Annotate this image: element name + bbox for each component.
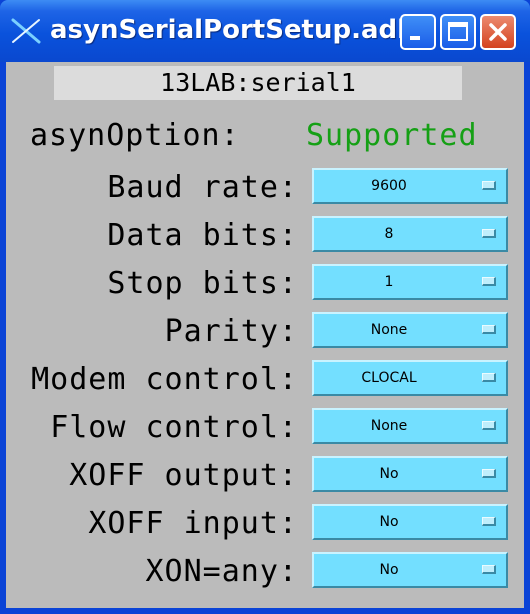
baud-rate-label: Baud rate: xyxy=(107,170,298,205)
xoff-output-value: No xyxy=(379,466,399,482)
stop-bits-value: 1 xyxy=(384,274,394,290)
window-title: asynSerialPortSetup.adl xyxy=(50,15,407,45)
maximize-button[interactable] xyxy=(440,14,476,50)
app-window: asynSerialPortSetup.adl 13LAB:serial1 as… xyxy=(0,0,530,614)
parity-value: None xyxy=(370,322,408,338)
stop-bits-label: Stop bits: xyxy=(107,266,298,301)
xoff-output-menu[interactable]: No xyxy=(312,456,508,492)
data-bits-label: Data bits: xyxy=(107,218,298,253)
data-bits-menu[interactable]: 8 xyxy=(312,216,508,252)
xon-any-value: No xyxy=(379,562,399,578)
xon-any-menu[interactable]: No xyxy=(312,552,508,588)
x-cross-icon xyxy=(10,17,42,45)
parity-label: Parity: xyxy=(164,314,298,349)
minimize-button[interactable] xyxy=(400,14,436,50)
data-bits-value: 8 xyxy=(384,226,394,242)
parity-menu[interactable]: None xyxy=(312,312,508,348)
xoff-input-value: No xyxy=(379,514,399,530)
flow-control-label: Flow control: xyxy=(50,410,298,445)
xoff-input-menu[interactable]: No xyxy=(312,504,508,540)
menu-indicator-icon xyxy=(482,229,496,238)
menu-indicator-icon xyxy=(482,469,496,478)
menu-indicator-icon xyxy=(482,517,496,526)
modem-control-menu[interactable]: CLOCAL xyxy=(312,360,508,396)
xoff-input-label: XOFF input: xyxy=(88,506,298,541)
modem-control-label: Modem control: xyxy=(31,362,298,397)
flow-control-menu[interactable]: None xyxy=(312,408,508,444)
setup-panel: 13LAB:serial1 asynOption: Supported Baud… xyxy=(6,62,524,608)
xoff-output-label: XOFF output: xyxy=(69,458,298,493)
xon-any-label: XON=any: xyxy=(145,554,298,589)
port-name: 13LAB:serial1 xyxy=(54,66,462,100)
menu-indicator-icon xyxy=(482,277,496,286)
menu-indicator-icon xyxy=(482,325,496,334)
asyn-option-value: Supported xyxy=(306,118,478,153)
menu-indicator-icon xyxy=(482,421,496,430)
baud-rate-value: 9600 xyxy=(371,178,407,194)
close-button[interactable] xyxy=(480,14,516,50)
menu-indicator-icon xyxy=(482,565,496,574)
flow-control-value: None xyxy=(370,418,408,434)
title-bar[interactable]: asynSerialPortSetup.adl xyxy=(0,0,530,62)
asyn-option-label: asynOption: xyxy=(30,118,240,153)
menu-indicator-icon xyxy=(482,181,496,190)
stop-bits-menu[interactable]: 1 xyxy=(312,264,508,300)
menu-indicator-icon xyxy=(482,373,496,382)
modem-control-value: CLOCAL xyxy=(361,370,417,386)
baud-rate-menu[interactable]: 9600 xyxy=(312,168,508,204)
